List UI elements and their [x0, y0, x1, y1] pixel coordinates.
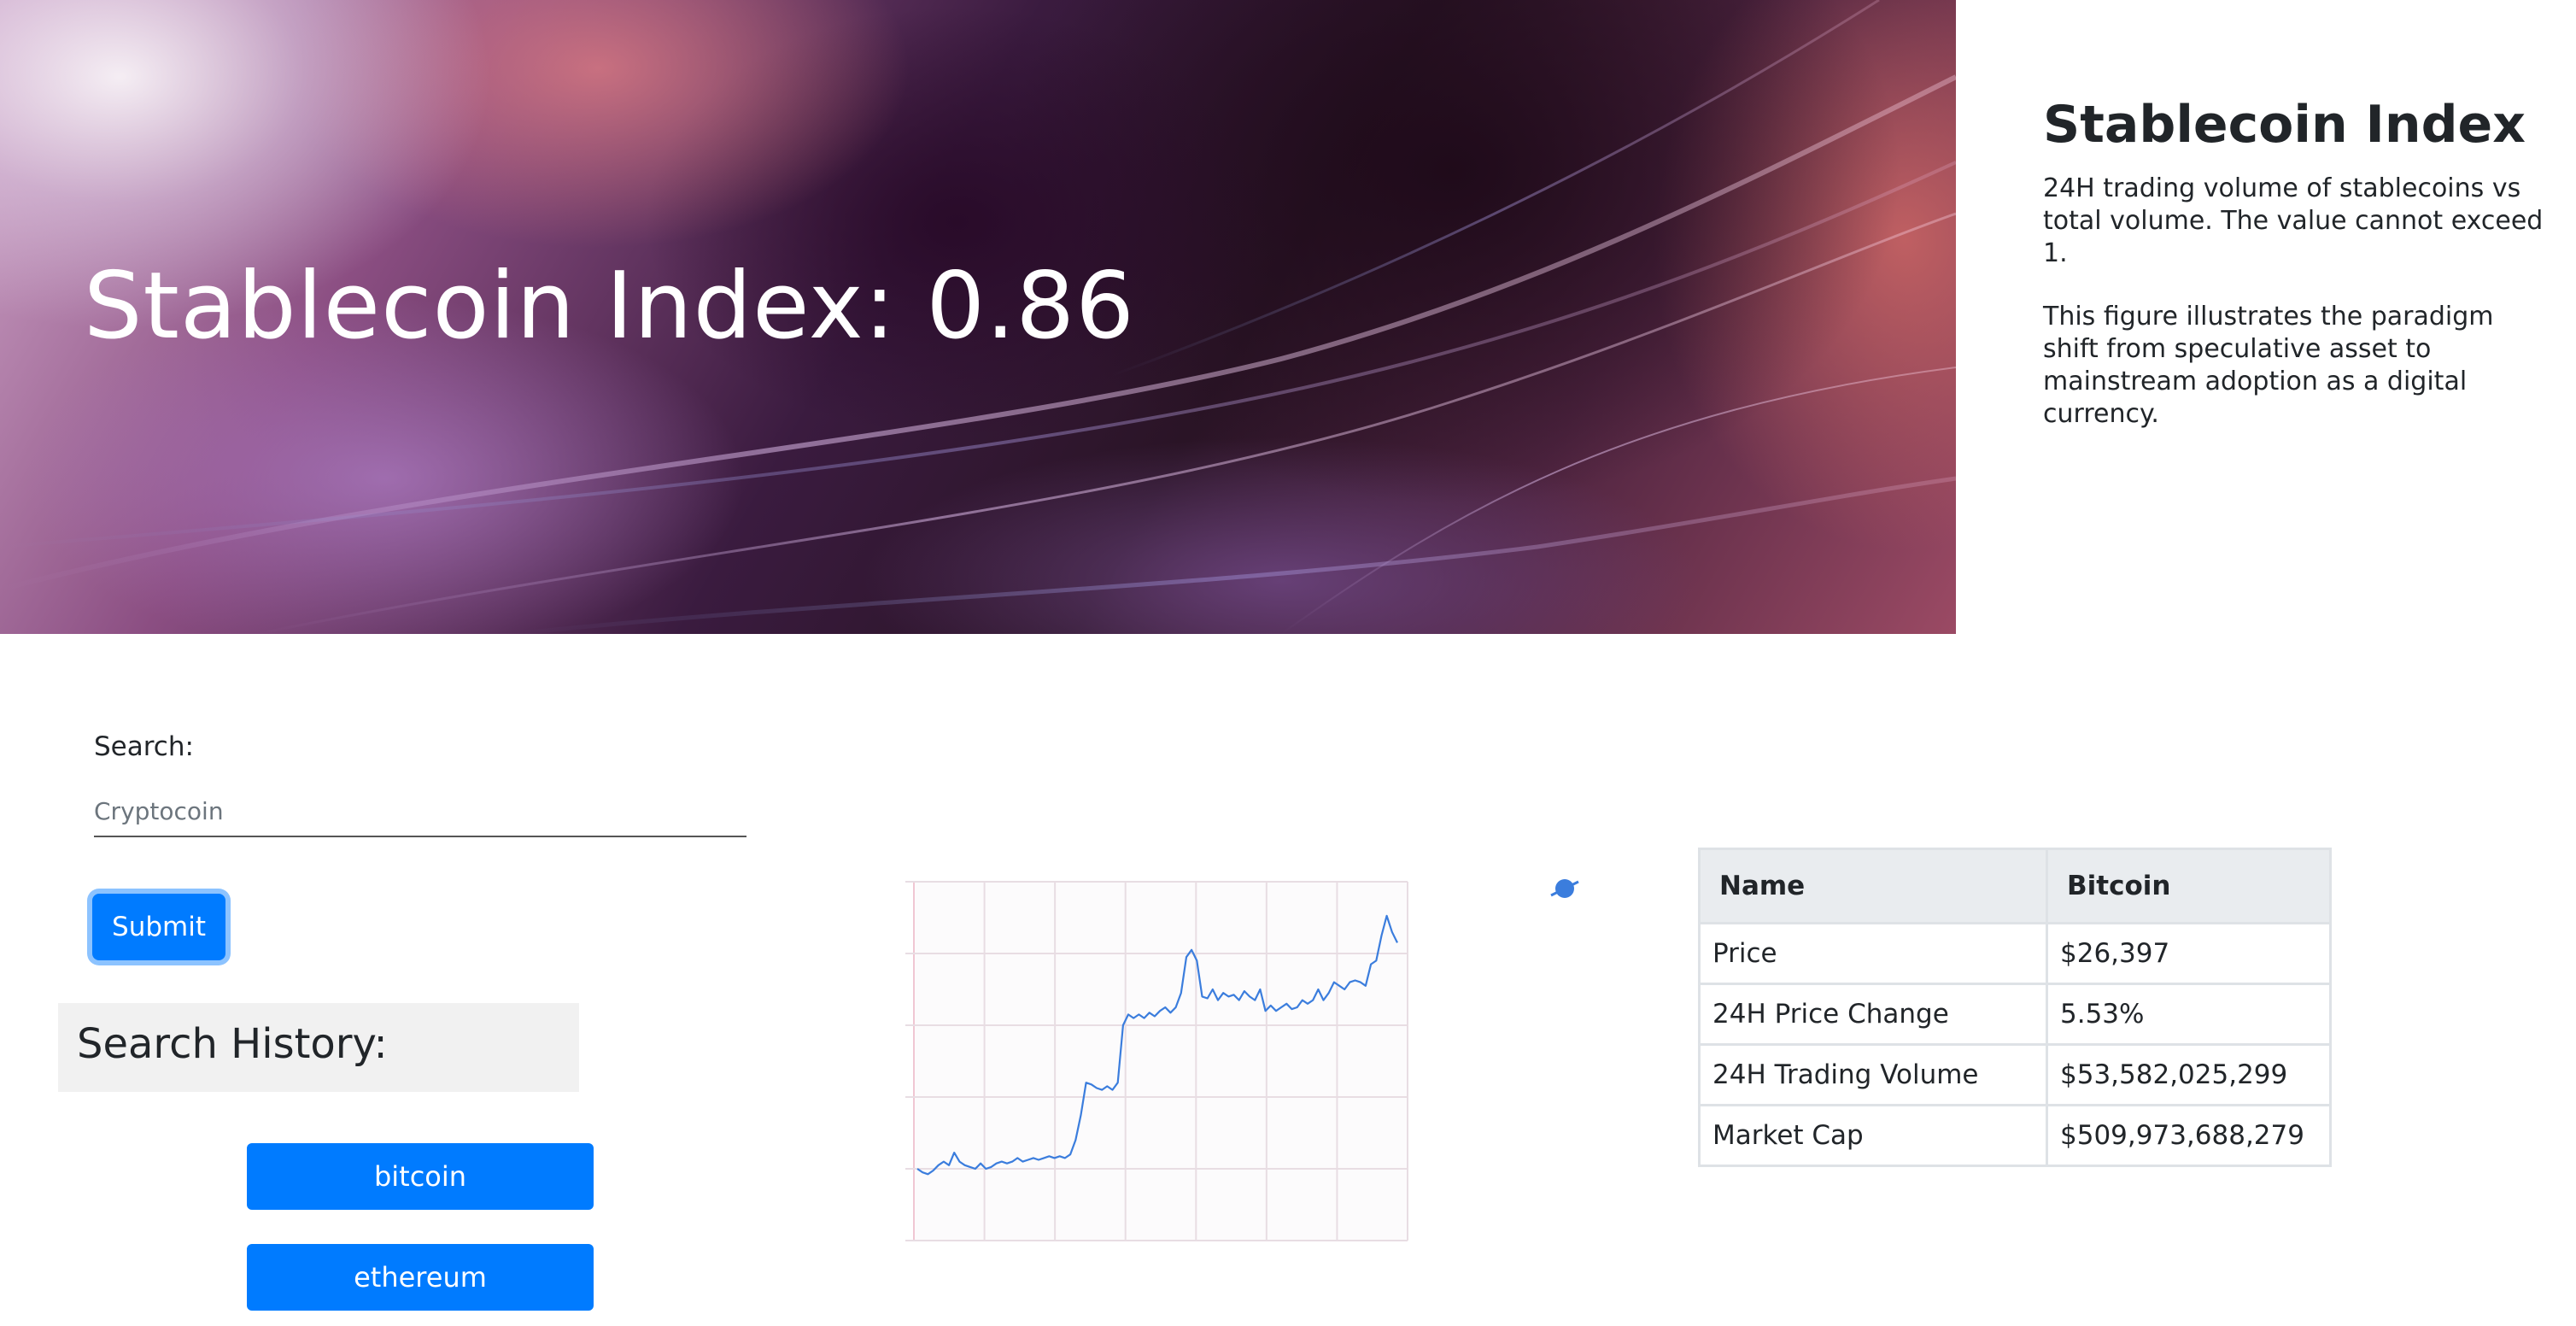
info-title: Stablecoin Index — [2043, 95, 2526, 155]
table-row: Price $26,397 — [1698, 922, 2332, 985]
table-header-row: Name Bitcoin — [1698, 848, 2332, 924]
table-cell-value: $53,582,025,299 — [2046, 1043, 2332, 1106]
table-cell-label: 24H Trading Volume — [1698, 1043, 2048, 1106]
coin-stats-table: Name Bitcoin Price $26,397 24H Price Cha… — [1698, 848, 2332, 1167]
history-item-bitcoin[interactable]: bitcoin — [247, 1143, 594, 1210]
table-header-coin: Bitcoin — [2046, 848, 2332, 924]
chart-plot-area — [914, 882, 1408, 1241]
table-header-name: Name — [1698, 848, 2048, 924]
search-label: Search: — [94, 731, 194, 762]
info-panel: Stablecoin Index 24H trading volume of s… — [2043, 94, 2547, 461]
table-cell-value: 5.53% — [2046, 983, 2332, 1046]
table-cell-label: 24H Price Change — [1698, 983, 2048, 1046]
price-line-chart — [905, 881, 1408, 1241]
stablecoin-index-value: Stablecoin Index: 0.86 — [84, 253, 1135, 360]
submit-button[interactable]: Submit — [92, 894, 225, 960]
table-row: 24H Trading Volume $53,582,025,299 — [1698, 1043, 2332, 1106]
hero-banner: Stablecoin Index: 0.86 — [0, 0, 1956, 634]
search-history-title: Search History: — [77, 1020, 388, 1068]
info-description: 24H trading volume of stablecoins vs tot… — [2043, 173, 2544, 268]
search-input[interactable] — [94, 786, 746, 837]
table-cell-label: Price — [1698, 922, 2048, 985]
history-item-ethereum[interactable]: ethereum — [247, 1244, 594, 1311]
search-history-header: Search History: — [58, 1003, 579, 1092]
table-cell-value: $509,973,688,279 — [2046, 1104, 2332, 1167]
table-row: 24H Price Change 5.53% — [1698, 983, 2332, 1046]
table-row: Market Cap $509,973,688,279 — [1698, 1104, 2332, 1167]
table-cell-value: $26,397 — [2046, 922, 2332, 985]
table-cell-label: Market Cap — [1698, 1104, 2048, 1167]
info-explanation: This figure illustrates the paradigm shi… — [2043, 302, 2494, 429]
chart-slider-handle[interactable] — [1548, 871, 1582, 906]
